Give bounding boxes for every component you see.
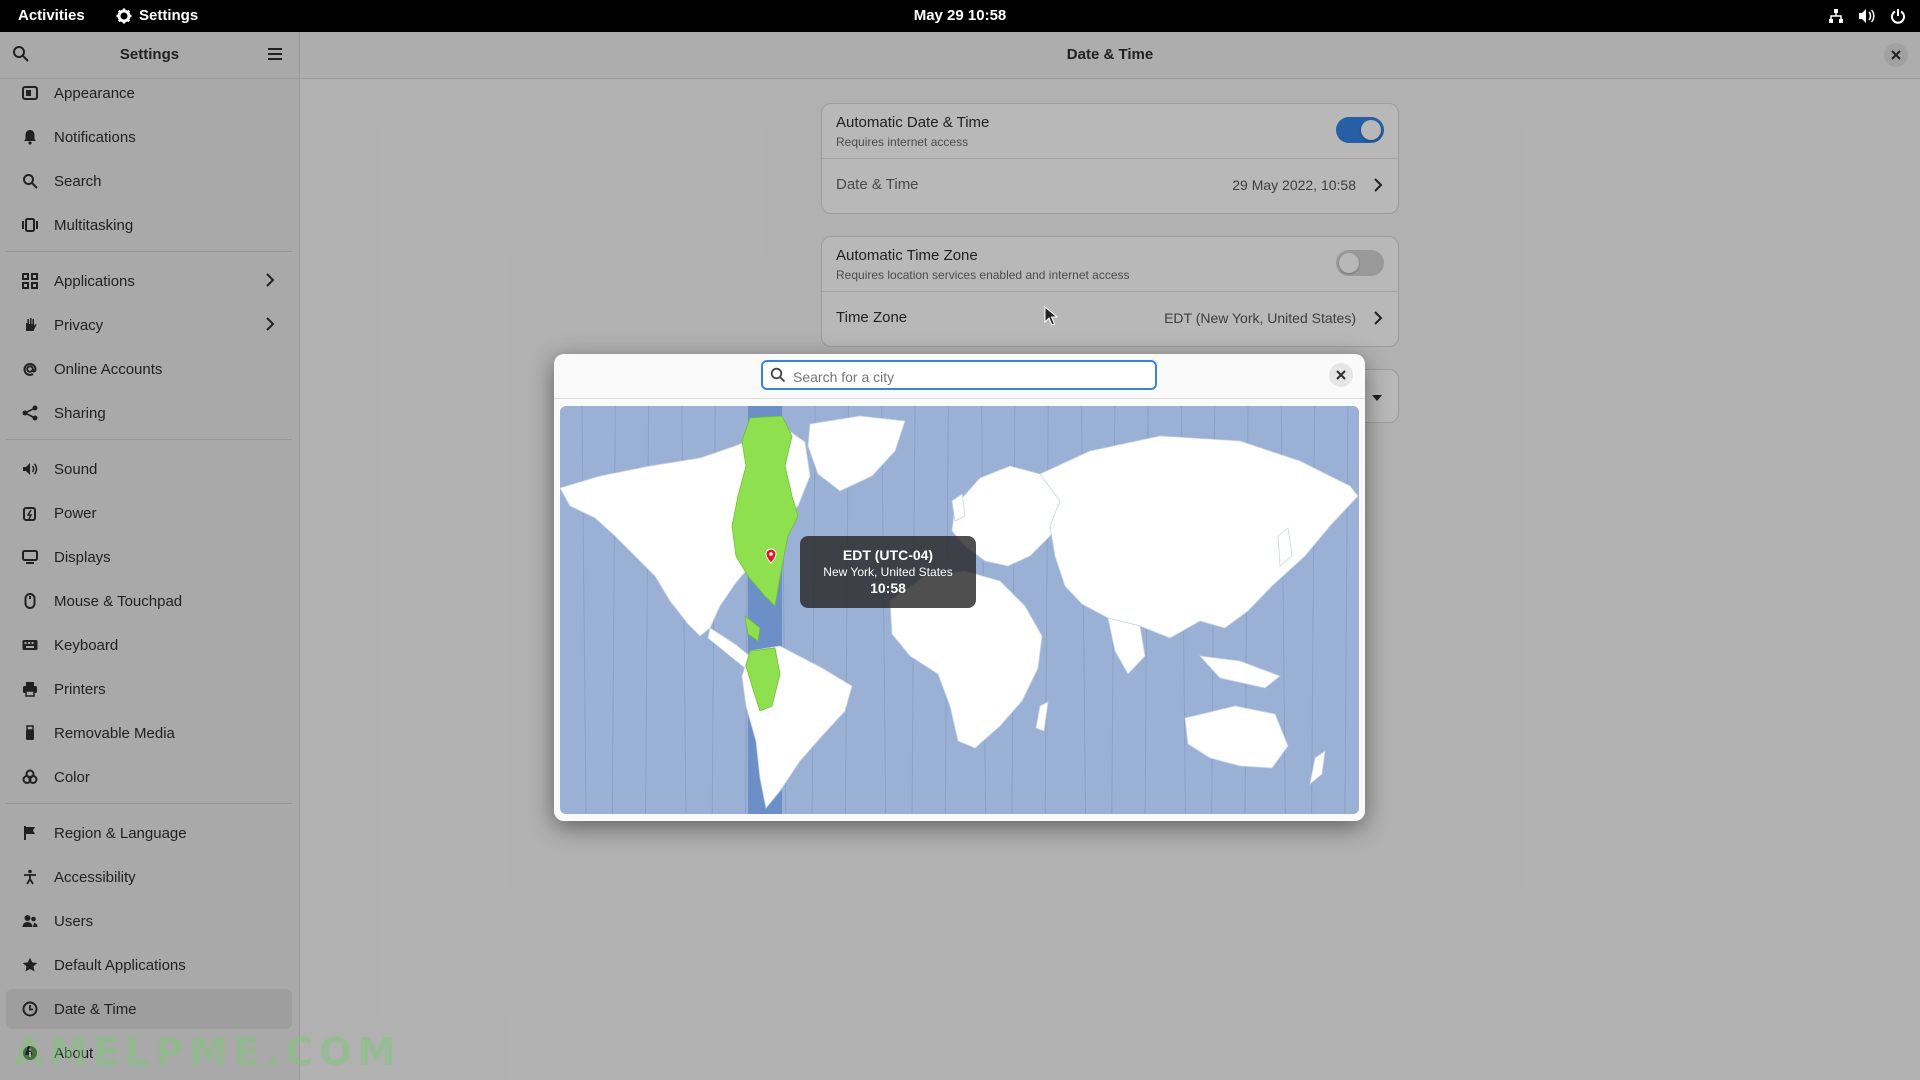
watermark: AMELPME.COM [14,1030,402,1074]
city-search-input[interactable] [791,365,1145,389]
clock[interactable]: May 29 10:58 [0,7,1920,24]
dialog-close-button[interactable] [1329,363,1353,387]
top-bar: Activities Settings May 29 10:58 [0,0,1920,32]
system-tray[interactable] [1828,8,1906,24]
world-map[interactable]: EDT (UTC-04) New York, United States 10:… [560,406,1359,814]
time-zone-dialog: EDT (UTC-04) New York, United States 10:… [554,354,1365,821]
world-map-graphic [560,406,1359,814]
time-zone-tooltip: EDT (UTC-04) New York, United States 10:… [800,536,976,608]
tooltip-zone: EDT (UTC-04) [842,547,934,563]
volume-icon [1859,9,1875,23]
search-icon [770,367,786,383]
mouse-pointer-icon [1044,306,1058,326]
tooltip-city: New York, United States [823,565,953,579]
network-icon [1829,9,1843,23]
power-icon [1891,9,1905,24]
close-icon [1336,370,1346,380]
tooltip-time: 10:58 [870,580,906,596]
dialog-separator [554,398,1365,399]
city-search-box[interactable] [761,360,1157,390]
settings-window: Settings Appearance Notifications Search… [0,32,1920,1080]
